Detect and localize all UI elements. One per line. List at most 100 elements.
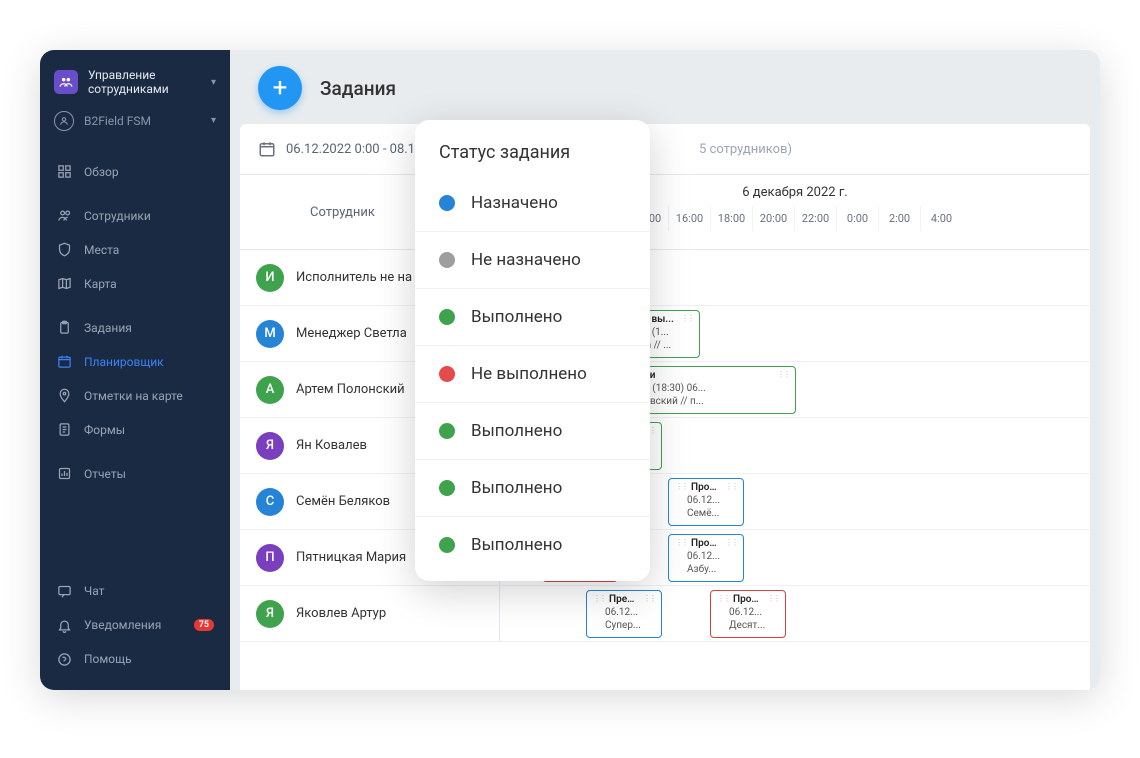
status-option[interactable]: Выполнено — [415, 289, 650, 346]
sidebar-item-help[interactable]: Помощь — [40, 642, 230, 676]
task-title: През... — [609, 593, 639, 606]
scheduler: Сотрудник 6 декабря 2022 г. 8:0010:0012:… — [240, 174, 1090, 690]
drag-grip-icon[interactable]: ⋮⋮ — [767, 594, 779, 604]
task-time: 06.12... — [687, 494, 720, 507]
timeline-cell: ⋮⋮През...⋮⋮06.12...Супер...⋮⋮Пром...⋮⋮06… — [500, 586, 1090, 641]
hour-label: 20:00 — [752, 206, 794, 231]
drag-grip-icon[interactable]: ⋮⋮ — [725, 482, 737, 492]
avatar: И — [256, 264, 284, 292]
sidebar-item-label: Карта — [84, 277, 117, 291]
form-icon — [56, 422, 72, 438]
sidebar-item-shield[interactable]: Места — [40, 233, 230, 267]
org-switcher[interactable]: Управление сотрудниками ▾ — [52, 64, 218, 101]
task-card[interactable]: ⋮⋮Пром...⋮⋮06.12...Десят... — [710, 590, 786, 638]
scheduler-row: ММенеджер Светла⋮⋮Проверка вы...⋮⋮06.12.… — [240, 306, 1090, 362]
employee-name: Менеджер Светла — [296, 326, 407, 341]
hour-label: 22:00 — [794, 206, 836, 231]
task-title: Пром... — [691, 537, 721, 550]
sidebar-item-bell[interactable]: Уведомления 75 — [40, 608, 230, 642]
sidebar-item-chart[interactable]: Отчеты — [40, 457, 230, 491]
sidebar-item-form[interactable]: Формы — [40, 413, 230, 447]
avatar: С — [256, 488, 284, 516]
shield-icon — [56, 242, 72, 258]
users-icon — [56, 208, 72, 224]
drag-grip-icon[interactable]: ⋮⋮ — [593, 594, 605, 604]
scheduler-header: Сотрудник 6 декабря 2022 г. 8:0010:0012:… — [240, 175, 1090, 250]
clipboard-icon — [56, 320, 72, 336]
sidebar-item-label: Обзор — [84, 165, 119, 179]
grid-icon — [56, 164, 72, 180]
sidebar-item-label: Уведомления — [84, 618, 161, 632]
sidebar-item-calendar[interactable]: Планировщик — [40, 345, 230, 379]
sidebar-item-users[interactable]: Сотрудники — [40, 199, 230, 233]
sidebar-nav: Обзор Сотрудники Места Карта Задания Планиров… — [40, 149, 230, 574]
hour-label: 4:00 — [920, 206, 962, 231]
status-label: Выполнено — [471, 535, 562, 555]
scheduler-row: ЯЯковлев Артур⋮⋮През...⋮⋮06.12...Супер..… — [240, 586, 1090, 642]
sidebar-item-marker[interactable]: Отметки на карте — [40, 379, 230, 413]
scheduler-row: ЯЯн Ковалев⋮⋮Пром...⋮⋮06.12...Мага... — [240, 418, 1090, 474]
add-button[interactable]: + — [258, 66, 302, 110]
status-option[interactable]: Выполнено — [415, 460, 650, 517]
main-header: + Задания — [230, 50, 1100, 124]
task-title: Пром... — [733, 593, 763, 606]
drag-grip-icon[interactable]: ⋮⋮ — [643, 594, 655, 604]
sidebar-item-label: Формы — [84, 423, 125, 437]
status-dot-icon — [439, 480, 455, 496]
drag-grip-icon[interactable]: ⋮⋮ — [681, 314, 693, 324]
sidebar-item-map[interactable]: Карта — [40, 267, 230, 301]
sidebar-item-label: Задания — [84, 321, 132, 335]
sidebar-item-label: Отчеты — [84, 467, 126, 481]
sidebar-item-chat[interactable]: Чат — [40, 574, 230, 608]
status-label: Назначено — [471, 193, 558, 213]
status-dot-icon — [439, 252, 455, 268]
task-card[interactable]: ⋮⋮През...⋮⋮06.12...Супер... — [586, 590, 662, 638]
chevron-down-icon: ▾ — [211, 77, 216, 88]
hour-label: 16:00 — [668, 206, 710, 231]
marker-icon — [56, 388, 72, 404]
status-dot-icon — [439, 423, 455, 439]
employee-count: 5 сотрудников) — [699, 142, 1072, 157]
main-area: + Задания 06.12.2022 0:00 - 08.1 5 сотру… — [230, 50, 1100, 690]
task-card[interactable]: ⋮⋮Пром...⋮⋮06.12...Азбу... — [668, 534, 744, 582]
task-place: Семё... — [687, 507, 719, 520]
employee-name: Семён Беляков — [296, 494, 390, 509]
hour-label: 2:00 — [878, 206, 920, 231]
employee-name: Исполнитель не на — [296, 270, 412, 285]
avatar: А — [256, 376, 284, 404]
sidebar-item-label: Места — [84, 243, 119, 257]
drag-grip-icon[interactable]: ⋮⋮ — [725, 538, 737, 548]
status-option[interactable]: Не выполнено — [415, 346, 650, 403]
sidebar-item-clipboard[interactable]: Задания — [40, 311, 230, 345]
scheduler-row: ППятницкая Мария⋮⋮Встре...⋮⋮06.12...Семё… — [240, 530, 1090, 586]
sidebar-item-label: Чат — [84, 584, 104, 598]
drag-grip-icon[interactable]: ⋮⋮ — [777, 370, 789, 380]
bell-icon — [56, 617, 72, 633]
chat-icon — [56, 583, 72, 599]
status-label: Выполнено — [471, 478, 562, 498]
sidebar: Управление сотрудниками ▾ B2Field FSM ▾ … — [40, 50, 230, 690]
account-switcher[interactable]: B2Field FSM ▾ — [52, 101, 218, 141]
status-option[interactable]: Назначено — [415, 175, 650, 232]
employee-name: Пятницкая Мария — [296, 550, 406, 565]
status-option[interactable]: Выполнено — [415, 403, 650, 460]
task-place: Супер... — [605, 619, 641, 632]
status-option[interactable]: Не назначено — [415, 232, 650, 289]
employee-cell[interactable]: ЯЯковлев Артур — [240, 586, 500, 641]
avatar: Я — [256, 432, 284, 460]
scheduler-rows: ИИсполнитель не на⋮⋮Проверка вы...⋮⋮06.1… — [240, 250, 1090, 642]
drag-grip-icon[interactable]: ⋮⋮ — [675, 538, 687, 548]
task-card[interactable]: ⋮⋮Пром...⋮⋮06.12...Семё... — [668, 478, 744, 526]
scheduler-row: ИИсполнитель не на⋮⋮Проверка вы...⋮⋮06.1… — [240, 250, 1090, 306]
sidebar-item-grid[interactable]: Обзор — [40, 155, 230, 189]
status-label: Не выполнено — [471, 364, 587, 384]
plus-icon: + — [273, 73, 288, 103]
drag-grip-icon[interactable]: ⋮⋮ — [717, 594, 729, 604]
task-title: Пром... — [691, 481, 721, 494]
status-option[interactable]: Выполнено — [415, 517, 650, 573]
drag-grip-icon[interactable]: ⋮⋮ — [675, 482, 687, 492]
date-range-picker[interactable]: 06.12.2022 0:00 - 08.1 — [258, 140, 415, 158]
task-time: 06.12... — [729, 606, 762, 619]
sidebar-item-label: Сотрудники — [84, 209, 151, 223]
notification-badge: 75 — [194, 619, 214, 631]
